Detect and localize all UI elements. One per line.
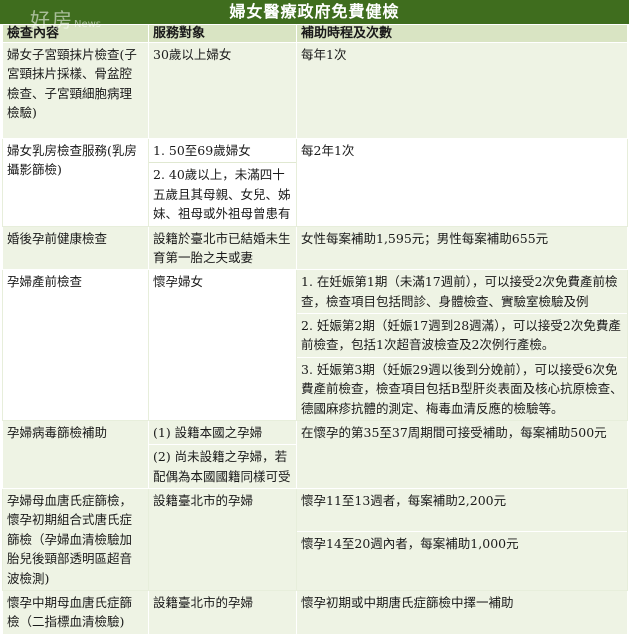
- cell-target: (1) 設籍本國之孕婦 (2) 尚未設籍之孕婦，若配偶為本國國籍同樣可受: [148, 419, 297, 490]
- subsidy-line: 3. 妊娠第3期（妊娠29週以後到分娩前），可以接受6次免費產前檢查，檢查項目包…: [297, 356, 627, 418]
- cell-target: 30歲以上婦女: [148, 42, 297, 139]
- cell-item: 婚後孕前健康檢查: [2, 225, 149, 271]
- header-row: 檢查內容 服務對象 補助時程及次數: [2, 24, 628, 43]
- cell-subsidy: 每2年1次: [296, 138, 628, 227]
- cell-subsidy: 在懷孕的第35至37周期間可接受補助，每案補助500元: [296, 419, 628, 490]
- subsidy-line: 2. 妊娠第2期（妊娠17週到28週滿），可以接受2次免費產前檢查，包括1次超音…: [297, 313, 627, 355]
- target-line: 1. 50至69歲婦女: [153, 143, 251, 158]
- cell-item: 婦女子宮頸抹片檢查(子宮頸抹片採樣、骨盆腔檢查、子宮頸細胞病理檢驗): [2, 42, 149, 139]
- cell-target: 設籍於臺北市已結婚未生育第一胎之夫或妻: [148, 225, 297, 271]
- cell-subsidy: 懷孕初期或中期唐氏症篩檢中擇一補助: [296, 589, 628, 635]
- table-row: 孕婦病毒篩檢補助 (1) 設籍本國之孕婦 (2) 尚未設籍之孕婦，若配偶為本國國…: [2, 419, 628, 490]
- header-target: 服務對象: [148, 24, 297, 43]
- subsidy-line: 每2年1次: [301, 143, 355, 158]
- subsidy-line: 懷孕14至20週內者，每案補助1,000元: [297, 531, 627, 553]
- target-line: 設籍臺北市的孕婦: [153, 493, 254, 508]
- table-title: 婦女醫療政府免費健檢: [0, 0, 629, 24]
- target-line: 設籍於臺北市已結婚未生育第一胎之夫或妻: [153, 230, 291, 265]
- target-line: (1) 設籍本國之孕婦: [153, 424, 263, 440]
- cell-target: 設籍臺北市的孕婦: [148, 488, 297, 591]
- subsidy-line: 懷孕11至13週者，每案補助2,200元: [301, 493, 507, 508]
- target-line: 30歲以上婦女: [153, 47, 232, 62]
- cell-item: 懷孕中期母血唐氏症篩檢（二指標血清檢驗): [2, 589, 149, 635]
- table-row: 婚後孕前健康檢查 設籍於臺北市已結婚未生育第一胎之夫或妻 女性每案補助1,595…: [2, 225, 628, 271]
- cell-subsidy: 每年1次: [296, 42, 628, 139]
- header-item: 檢查內容: [2, 24, 149, 43]
- target-line: (2) 尚未設籍之孕婦，若配偶為本國國籍同樣可受: [149, 444, 296, 486]
- subsidy-line: 每年1次: [301, 47, 347, 62]
- target-line: 2. 40歲以上，未滿四十五歲且其母親、女兒、姊妹、祖母或外祖母曾患有: [149, 162, 296, 223]
- subsidy-line: 懷孕初期或中期唐氏症篩檢中擇一補助: [301, 594, 514, 610]
- cell-target: 懷孕婦女: [148, 269, 297, 421]
- cell-target: 1. 50至69歲婦女 2. 40歲以上，未滿四十五歲且其母親、女兒、姊妹、祖母…: [148, 138, 297, 227]
- table-row: 孕婦產前檢查 懷孕婦女 1. 在妊娠第1期（未滿17週前），可以接受2次免費產前…: [2, 269, 628, 421]
- subsidy-line: 女性每案補助1,595元；男性每案補助655元: [301, 230, 549, 246]
- cell-subsidy: 女性每案補助1,595元；男性每案補助655元: [296, 225, 628, 271]
- cell-target: 設籍臺北市的孕婦: [148, 589, 297, 635]
- cell-item: 婦女乳房檢查服務(乳房攝影篩檢): [2, 138, 149, 227]
- cell-item: 孕婦產前檢查: [2, 269, 149, 421]
- target-line: 設籍臺北市的孕婦: [153, 594, 254, 610]
- subsidy-line: 1. 在妊娠第1期（未滿17週前），可以接受2次免費產前檢查，檢查項目包括問診、…: [301, 274, 618, 309]
- table-row: 婦女子宮頸抹片檢查(子宮頸抹片採樣、骨盆腔檢查、子宮頸細胞病理檢驗) 30歲以上…: [2, 42, 628, 139]
- header-subsidy: 補助時程及次數: [296, 24, 628, 43]
- table-row: 懷孕中期母血唐氏症篩檢（二指標血清檢驗) 設籍臺北市的孕婦 懷孕初期或中期唐氏症…: [2, 589, 628, 635]
- cell-item: 孕婦母血唐氏症篩檢，懷孕初期組合式唐氏症篩檢（孕婦血清檢驗加胎兒後頸部透明區超音…: [2, 488, 149, 591]
- subsidy-line: 在懷孕的第35至37周期間可接受補助，每案補助500元: [301, 424, 607, 440]
- target-line: 懷孕婦女: [153, 274, 204, 290]
- health-check-table: 檢查內容 服務對象 補助時程及次數 婦女子宮頸抹片檢查(子宮頸抹片採樣、骨盆腔檢…: [2, 24, 628, 635]
- cell-subsidy: 1. 在妊娠第1期（未滿17週前），可以接受2次免費產前檢查，檢查項目包括問診、…: [296, 269, 628, 421]
- cell-item: 孕婦病毒篩檢補助: [2, 419, 149, 490]
- table-row: 婦女乳房檢查服務(乳房攝影篩檢) 1. 50至69歲婦女 2. 40歲以上，未滿…: [2, 138, 628, 227]
- cell-subsidy: 懷孕11至13週者，每案補助2,200元 懷孕14至20週內者，每案補助1,00…: [296, 488, 628, 591]
- table-row: 孕婦母血唐氏症篩檢，懷孕初期組合式唐氏症篩檢（孕婦血清檢驗加胎兒後頸部透明區超音…: [2, 488, 628, 591]
